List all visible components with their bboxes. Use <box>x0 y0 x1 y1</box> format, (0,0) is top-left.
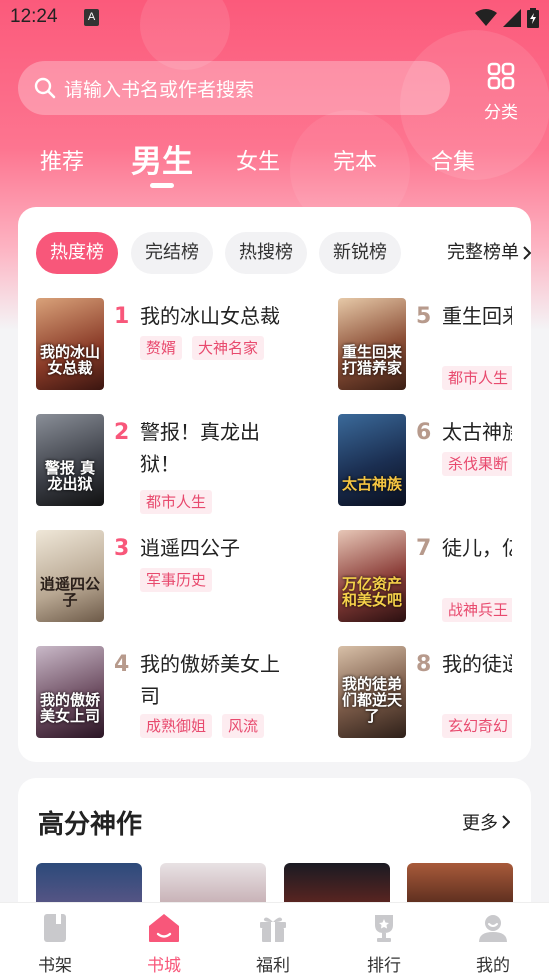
rank-number: 4 <box>114 652 130 677</box>
nav-ranking[interactable]: 排行 <box>354 913 414 976</box>
book-cover: 我的冰山女总裁 <box>36 298 104 390</box>
nav-label: 书城 <box>147 956 181 976</box>
book-item[interactable]: 我的冰山女总裁 1 我的冰山女总裁 赘婿 大神名家 <box>36 298 336 394</box>
nav-label: 我的 <box>476 956 510 976</box>
category-button[interactable]: 分类 <box>478 62 524 123</box>
nav-bookshelf[interactable]: 书架 <box>25 913 85 976</box>
nav-welfare[interactable]: 福利 <box>243 913 303 976</box>
book-item[interactable]: 我的徒弟们都逆天了 8 我的徒逆天了 玄幻奇幻 <box>338 646 531 742</box>
wifi-icon <box>475 9 497 26</box>
book-tag: 都市人生 <box>442 366 512 390</box>
book-icon <box>44 914 66 942</box>
ranking-chips: 热度榜 完结榜 热搜榜 新锐榜 完整榜单 <box>36 232 531 274</box>
book-item[interactable]: 警报 真龙出狱 2 警报！真龙出 狱！ 都市人生 <box>36 414 336 514</box>
chip-finished[interactable]: 完结榜 <box>131 232 213 274</box>
nav-profile[interactable]: 我的 <box>463 913 523 976</box>
book-tag: 大神名家 <box>192 336 265 360</box>
rank-number: 7 <box>416 536 432 561</box>
trophy-icon <box>375 915 393 942</box>
status-time: 12:24 <box>10 6 58 27</box>
channel-tabs: 推荐 男生 女生 完本 合集 <box>0 136 549 192</box>
tab-recommend[interactable]: 推荐 <box>40 144 84 176</box>
tab-collection[interactable]: 合集 <box>431 144 475 176</box>
book-title: 逍遥四公子 <box>140 536 240 560</box>
book-tag: 玄幻奇幻 <box>442 714 512 738</box>
chevron-right-icon <box>502 815 510 829</box>
book-item[interactable]: 我的傲娇美女上司 4 我的傲娇美女上 司 成熟御姐 风流 <box>36 646 336 742</box>
user-icon <box>479 915 507 942</box>
search-icon <box>34 77 56 99</box>
book-tag: 赘婿 <box>140 336 183 360</box>
book-cover: 太古神族 <box>338 414 406 506</box>
book-cover: 我的傲娇美女上司 <box>36 646 104 738</box>
rank-number: 3 <box>114 536 130 561</box>
section-title: 高分神作 <box>38 810 143 840</box>
gift-icon <box>260 917 286 942</box>
book-tag: 军事历史 <box>140 568 213 592</box>
book-cover: 万亿资产和美女吧 <box>338 530 406 622</box>
active-tab-indicator <box>150 183 174 188</box>
rank-number: 1 <box>114 304 130 329</box>
book-title: 重生回来养家， <box>442 304 512 328</box>
search-bar[interactable]: 请输入书名或作者搜索 <box>18 61 450 115</box>
tab-female[interactable]: 女生 <box>236 144 280 176</box>
bottom-navigation: 书架 书城 福利 排行 我的 <box>0 902 549 976</box>
nav-bookstore[interactable]: 书城 <box>134 913 194 976</box>
home-icon <box>149 914 179 942</box>
book-title: 警报！真龙出 狱！ <box>140 420 260 476</box>
book-item[interactable]: 万亿资产和美女吧 7 徒儿，亿资产 战神兵王 <box>338 530 531 626</box>
signal-icon <box>503 9 521 27</box>
more-link[interactable]: 更多 <box>462 809 510 835</box>
book-tag: 都市人生 <box>140 490 213 514</box>
book-tag: 成熟御姐 <box>140 714 213 738</box>
book-title: 我的徒逆天了 <box>442 652 512 676</box>
book-item[interactable]: 逍遥四公子 3 逍遥四公子 军事历史 <box>36 530 336 626</box>
grid-icon <box>487 62 515 90</box>
status-bar: 12:24 A <box>0 0 549 36</box>
rank-number: 5 <box>416 304 432 329</box>
book-cover: 警报 真龙出狱 <box>36 414 104 506</box>
chip-new[interactable]: 新锐榜 <box>319 232 401 274</box>
rank-number: 6 <box>416 420 432 445</box>
book-cover: 我的徒弟们都逆天了 <box>338 646 406 738</box>
book-cover: 重生回来打猎养家 <box>338 298 406 390</box>
chip-hot-search[interactable]: 热搜榜 <box>225 232 307 274</box>
book-title: 我的傲娇美女上 司 <box>140 652 280 708</box>
battery-icon <box>527 8 539 28</box>
rank-number: 2 <box>114 420 130 445</box>
full-list-link[interactable]: 完整榜单 <box>447 232 531 274</box>
book-tag: 杀伐果断 <box>442 452 512 476</box>
nav-label: 福利 <box>256 956 290 976</box>
more-label: 更多 <box>462 813 498 834</box>
book-cover: 逍遥四公子 <box>36 530 104 622</box>
tab-male[interactable]: 男生 <box>131 136 193 181</box>
book-title: 我的冰山女总裁 <box>140 304 280 328</box>
chip-hot[interactable]: 热度榜 <box>36 232 118 274</box>
book-tag: 风流 <box>222 714 265 738</box>
book-title: 徒儿，亿资产 <box>442 536 512 560</box>
book-item[interactable]: 太古神族 6 太古神族 杀伐果断 <box>338 414 531 510</box>
category-label: 分类 <box>484 103 518 123</box>
rank-number: 8 <box>416 652 432 677</box>
notification-icon: A <box>84 9 99 26</box>
full-list-label: 完整榜单 <box>447 242 519 263</box>
ranking-card: 热度榜 完结榜 热搜榜 新锐榜 完整榜单 我的冰山女总裁 1 我的冰山女总裁 赘… <box>18 207 531 762</box>
book-item[interactable]: 重生回来打猎养家 5 重生回来养家， 都市人生 <box>338 298 531 394</box>
book-tag: 战神兵王 <box>442 598 512 622</box>
tab-finished[interactable]: 完本 <box>333 144 377 176</box>
nav-label: 排行 <box>367 956 401 976</box>
book-title: 太古神族 <box>442 420 512 444</box>
search-placeholder: 请输入书名或作者搜索 <box>64 78 255 101</box>
nav-label: 书架 <box>38 956 72 976</box>
chevron-right-icon <box>523 246 531 260</box>
